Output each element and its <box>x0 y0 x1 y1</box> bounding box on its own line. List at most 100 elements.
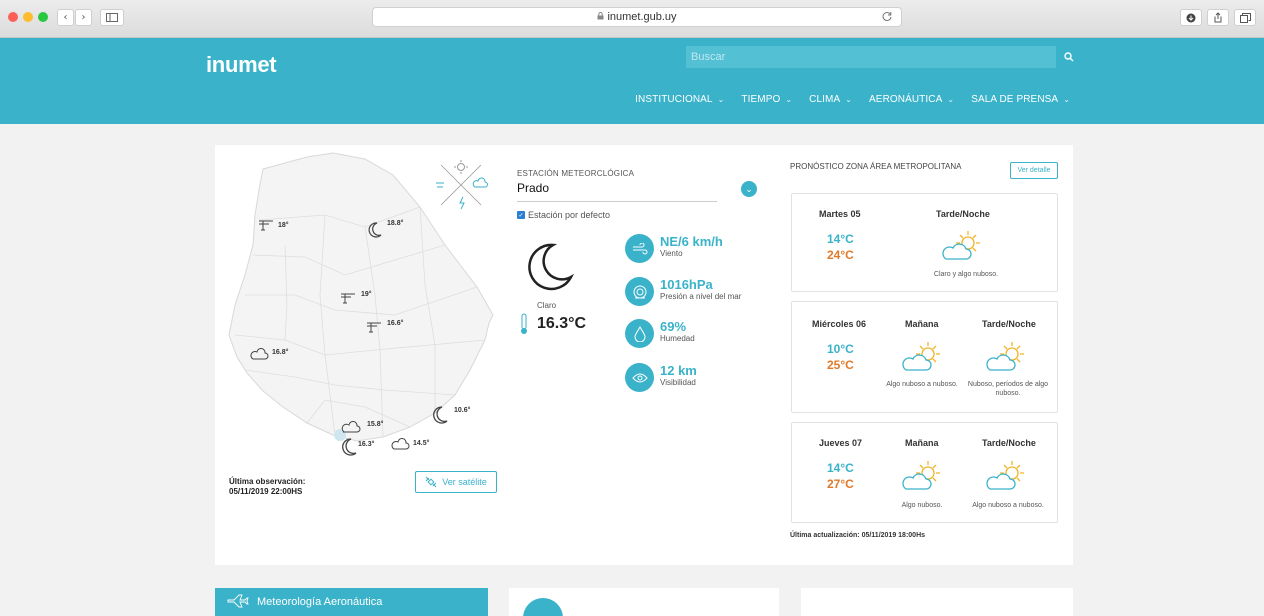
uruguay-map[interactable]: 18° 18.8° 19° 16.6° 16.8° 10.6° 15.8° 16… <box>215 145 505 496</box>
moon-icon <box>433 406 448 424</box>
wind-icon <box>625 234 654 263</box>
wind-station-icon <box>367 322 381 333</box>
forecast-max-temp: 27°C <box>827 477 854 491</box>
map-temperature-label: 18° <box>278 222 289 229</box>
weather-types-icon <box>436 160 488 210</box>
map-temperature-label: 14.5° <box>413 440 430 447</box>
thermometer-icon <box>519 313 529 340</box>
metric-value: NE/6 km/h <box>660 234 723 249</box>
forecast-max-temp: 24°C <box>827 248 854 262</box>
tabs-overview-icon[interactable] <box>1234 9 1256 26</box>
cloud-sun-icon <box>940 229 984 268</box>
back-button[interactable]: ‹ <box>57 9 74 26</box>
metric-value: 69% <box>660 319 687 334</box>
humidity-icon <box>625 319 654 348</box>
nav-label: SALA DE PRENSA <box>971 94 1059 105</box>
reload-icon[interactable] <box>882 11 893 25</box>
station-selector-underline <box>517 201 717 202</box>
view-detail-button[interactable]: Ver detalle <box>1010 162 1058 179</box>
map-temperature-label: 19° <box>361 291 372 298</box>
cloud-sun-icon <box>900 340 944 379</box>
metric-wind: NE/6 km/h Viento <box>625 234 723 263</box>
map-temperature-label: 16.3° <box>358 441 375 448</box>
checkbox-checked-icon[interactable]: ✓ <box>517 211 525 219</box>
current-temperature: 16.3°C <box>537 315 587 332</box>
sidebar-toggle-icon[interactable] <box>100 9 124 26</box>
metric-pressure: 1016hPa Presión a nivel del mar <box>625 277 741 306</box>
map-station[interactable] <box>338 437 358 462</box>
nav-sala-de-prensa[interactable]: SALA DE PRENSA ⌄ <box>971 94 1070 105</box>
metric-humidity: 69% Humedad <box>625 319 695 348</box>
forecast-period-name: Tarde/Noche <box>982 319 1036 329</box>
site-logo[interactable]: inumet <box>206 52 277 78</box>
browser-toolbar: ‹ › inumet.gub.uy <box>0 0 1264 38</box>
aeronautical-card[interactable]: Meteorología Aeronáutica <box>215 588 488 616</box>
current-condition-moon-icon <box>523 241 575 298</box>
station-selector[interactable]: ESTACIÓN METEORCLÓGICA Prado <box>517 169 634 195</box>
map-station[interactable] <box>257 215 277 238</box>
download-icon[interactable] <box>1180 9 1202 26</box>
maximize-window-button[interactable] <box>38 12 48 22</box>
cloud-moon-icon <box>341 421 361 433</box>
close-window-button[interactable] <box>8 12 18 22</box>
default-station-label: Estación por defecto <box>528 210 611 220</box>
forecast-day-name: Miércoles 06 <box>812 319 867 329</box>
map-temperature-label: 18.8° <box>387 220 404 227</box>
cloud-moon-icon <box>391 438 410 450</box>
map-temperature-label: 15.8° <box>367 421 384 428</box>
search-icon[interactable] <box>1064 49 1074 67</box>
forecast-day: Miércoles 06 Mañana Tarde/Noche 10°C 25°… <box>791 301 1058 413</box>
minimize-window-button[interactable] <box>23 12 33 22</box>
chevron-down-icon: ⌄ <box>845 95 853 104</box>
map-temperature-label: 16.8° <box>272 349 289 356</box>
last-observation-title: Última observación: <box>229 477 306 486</box>
pressure-icon <box>625 277 654 306</box>
metric-value: 1016hPa <box>660 277 713 292</box>
map-station[interactable] <box>365 317 385 340</box>
map-station[interactable] <box>249 346 271 367</box>
info-card[interactable] <box>801 588 1073 616</box>
satellite-button[interactable]: Ver satélite <box>415 471 497 493</box>
map-station[interactable] <box>429 405 449 430</box>
forecast-day-name: Jueves 07 <box>819 438 863 448</box>
default-station-checkbox[interactable]: ✓ Estación por defecto <box>517 210 610 220</box>
forecast-last-update: Última actualización: 05/11/2019 18:00Hs <box>790 532 926 539</box>
current-condition: Claro <box>537 301 557 310</box>
aeronautical-card-title: Meteorología Aeronáutica <box>257 596 383 608</box>
map-station[interactable] <box>365 221 383 244</box>
nav-tiempo[interactable]: TIEMPO ⌄ <box>741 94 792 105</box>
weather-card: 18° 18.8° 19° 16.6° 16.8° 10.6° 15.8° 16… <box>215 145 1073 565</box>
forecast-description: Algo nuboso a nuboso. <box>886 381 958 388</box>
map-station[interactable] <box>339 288 359 311</box>
nav-aeronautica[interactable]: AERONÁUTICA ⌄ <box>869 94 954 105</box>
info-card[interactable] <box>509 588 779 616</box>
share-icon[interactable] <box>1207 9 1229 26</box>
forecast-title: PRONÓSTICO ZONA ÁREA METROPOLITANA <box>790 162 962 171</box>
forecast-period-name: Tarde/Noche <box>982 438 1036 448</box>
last-observation-value: 05/11/2019 22:00HS <box>229 487 303 496</box>
metric-label: Humedad <box>660 334 695 343</box>
forecast-description: Algo nuboso. <box>901 502 943 509</box>
main-nav: INSTITUCIONAL ⌄ TIEMPO ⌄ CLIMA ⌄ AERONÁUTIC… <box>635 94 1070 105</box>
satellite-button-label: Ver satélite <box>442 477 487 487</box>
nav-clima[interactable]: CLIMA ⌄ <box>809 94 852 105</box>
address-bar[interactable]: inumet.gub.uy <box>372 7 902 27</box>
chevron-down-icon: ⌄ <box>785 95 793 104</box>
moon-icon <box>368 222 382 238</box>
chevron-down-icon: ⌄ <box>947 95 955 104</box>
forward-button[interactable]: › <box>75 9 92 26</box>
forecast-period-name: Mañana <box>905 438 939 448</box>
station-selector-label: ESTACIÓN METEORCLÓGICA <box>517 169 635 178</box>
lock-icon <box>597 12 604 22</box>
wind-station-icon <box>341 293 355 304</box>
cloud-sun-icon <box>900 459 944 498</box>
search-input[interactable]: Buscar <box>686 46 1056 68</box>
wind-station-icon <box>259 220 273 231</box>
card-icon-circle <box>523 598 563 616</box>
nav-institucional[interactable]: INSTITUCIONAL ⌄ <box>635 94 724 105</box>
chevron-down-icon[interactable]: ⌄ <box>741 181 757 197</box>
chevron-down-icon: ⌄ <box>1063 95 1070 104</box>
nav-label: AERONÁUTICA <box>869 94 943 105</box>
metric-visibility: 12 km Visibilidad <box>625 363 697 392</box>
map-station[interactable] <box>391 437 413 456</box>
